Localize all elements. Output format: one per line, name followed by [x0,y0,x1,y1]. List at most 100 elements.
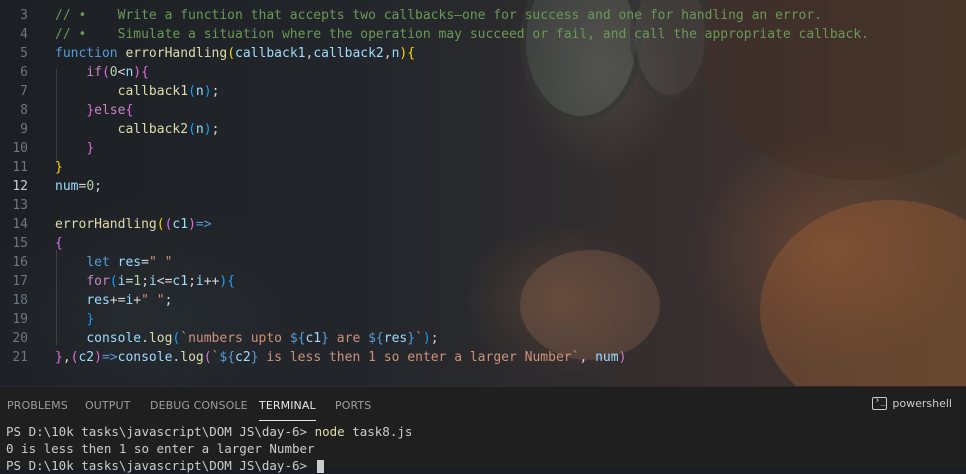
code-token: ( [156,217,165,232]
code-token: 0 [109,65,118,80]
code-token: ) [618,350,627,365]
code-token: ( [188,122,196,137]
code-token: + [133,293,142,308]
code-token: 0 [86,179,95,194]
code-token: 1 [133,274,142,289]
code-token: c1 [305,331,322,346]
line-number: 13 [12,198,28,213]
code-token: } [250,350,259,365]
code-token: ( [227,46,236,61]
code-token: let [86,255,118,270]
code-token: are [328,331,369,346]
code-token: } [407,331,416,346]
code-token: res [117,255,142,270]
tab-terminal[interactable]: TERMINAL [259,399,316,421]
code-token: res [383,331,408,346]
line-number: 15 [12,236,28,251]
line-text: errorHandling((c1)=> [55,215,212,234]
code-token: res [86,293,110,308]
code-token: ; [164,293,173,308]
code-token: c2 [78,350,95,365]
panel-tabs: PROBLEMS OUTPUT DEBUG CONSOLE TERMINAL P… [0,387,966,423]
line-text: }else{ [55,101,133,120]
code-token: `numbers upto [180,331,290,346]
code-token: function [55,46,126,61]
line-text: if(0<n){ [55,63,149,82]
code-token: { [407,46,416,61]
line-text: } [55,139,94,158]
code-token: " " [148,255,173,270]
line-number: 19 [12,312,28,327]
code-token: , [579,350,596,365]
code-editor[interactable]: 3 // • Write a function that accepts two … [0,0,966,386]
code-token: ${ [368,331,384,346]
line-text: { [55,234,63,253]
code-token: ( [203,350,212,365]
line-number: 14 [12,217,28,232]
code-token: log [148,331,173,346]
code-token: ; [94,179,102,194]
code-token: <= [156,274,173,289]
code-token: callback2 [117,122,189,137]
code-token: i [195,274,204,289]
shell-label: powershell [892,397,952,410]
tab-output[interactable]: OUTPUT [85,399,130,412]
line-text: num=0; [55,177,102,196]
line-number: 18 [12,293,28,308]
code-token: ) [188,217,196,232]
line-number: 3 [20,8,28,23]
line-text: let res=" " [55,253,172,272]
code-token: ; [430,331,439,346]
code-token: callback1 [117,84,189,99]
code-token: callback1 [235,46,306,61]
line-number: 11 [12,160,28,175]
terminal-output[interactable]: PS D:\10k tasks\javascript\DOM JS\day-6>… [6,423,412,474]
code-token: n [195,122,204,137]
terminal-shell-selector[interactable]: powershell [872,395,952,410]
code-token: } [86,312,95,327]
code-token: , [62,350,71,365]
tab-debug-console[interactable]: DEBUG CONSOLE [150,399,248,412]
wallpaper-hoodie [760,200,966,386]
tab-ports[interactable]: PORTS [335,399,371,412]
code-token: c1 [172,274,189,289]
terminal-line: PS D:\10k tasks\javascript\DOM JS\day-6> [6,457,412,474]
code-token: if [86,65,102,80]
code-token: , [383,46,392,61]
code-token: errorHandling [55,217,157,232]
code-token: else [94,103,126,118]
line-number: 9 [20,122,28,137]
code-token: } [86,103,95,118]
code-token: ; [211,122,220,137]
terminal-icon [872,395,888,410]
code-token: => [101,350,118,365]
code-token: ) [422,331,431,346]
code-token: " " [141,293,165,308]
code-token: // • Simulate a situation where the oper… [55,27,869,42]
line-text: for(i=1;i<=c1;i++){ [55,272,235,291]
code-token: { [227,274,236,289]
line-text: callback1(n); [55,82,220,101]
code-token: += [109,293,126,308]
tab-problems[interactable]: PROBLEMS [7,399,68,412]
code-token: . [141,331,149,346]
line-number: 6 [20,65,28,80]
code-token: ; [188,274,196,289]
code-token: // • Write a function that accepts two c… [55,8,823,23]
code-token: ) [94,350,102,365]
code-token: = [141,255,149,270]
terminal-line: PS D:\10k tasks\javascript\DOM JS\day-6>… [6,424,413,439]
code-token: num [55,179,79,194]
code-token: { [141,65,149,80]
code-token: } [86,141,95,156]
line-text: // • Write a function that accepts two c… [55,6,822,25]
code-token: is less then 1 so enter a larger Number` [258,350,580,365]
